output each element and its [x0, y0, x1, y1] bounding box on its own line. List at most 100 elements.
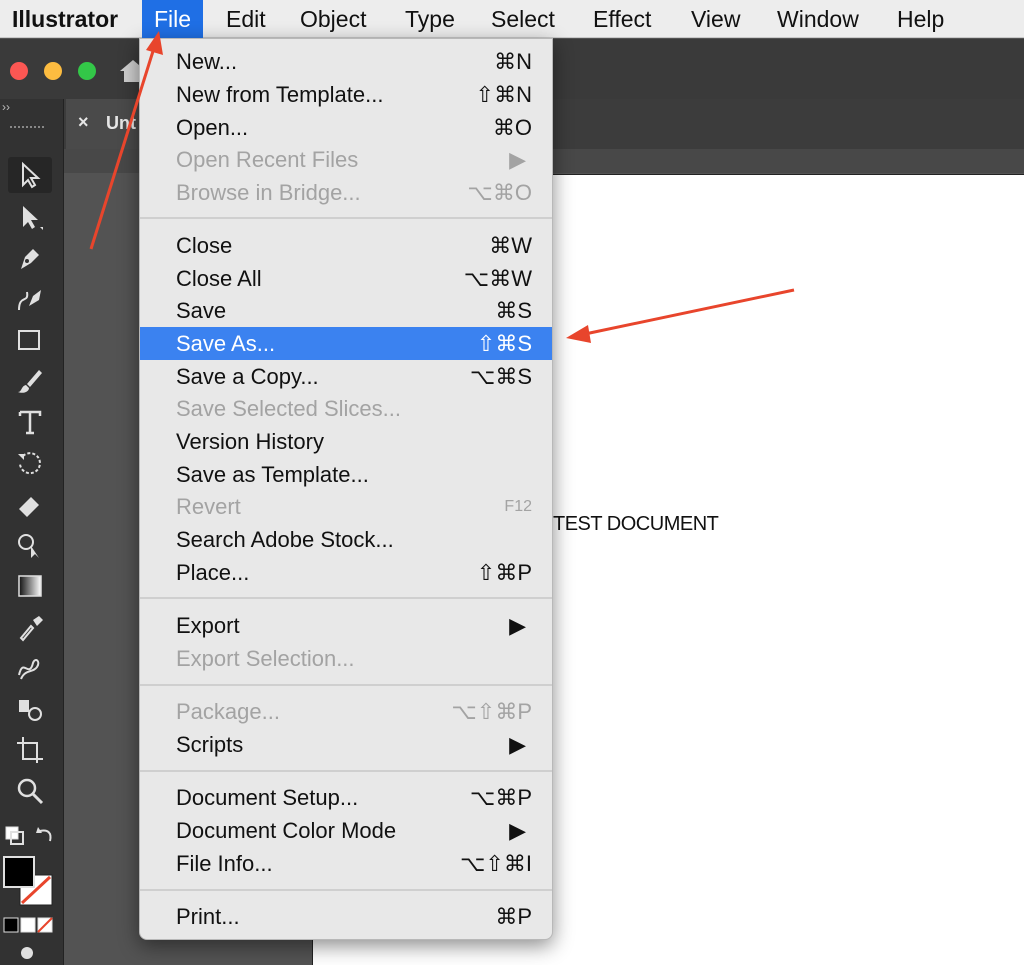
submenu-arrow-icon: ▶ — [509, 818, 526, 843]
eraser-tool-icon[interactable] — [8, 486, 52, 522]
menu-object[interactable]: Object — [288, 0, 378, 38]
menu-item-shortcut: ⌘N — [494, 49, 532, 74]
menu-item-shortcut: F12 — [504, 498, 532, 515]
menu-item-print[interactable]: Print... ⌘P — [140, 900, 552, 933]
menu-item-label: New from Template... — [176, 82, 384, 107]
menu-item-scripts[interactable]: Scripts ▶ — [140, 728, 552, 761]
direct-selection-tool-icon[interactable] — [8, 199, 52, 235]
app-menu[interactable]: Illustrator — [0, 0, 130, 38]
document-tab-title[interactable]: Unt — [106, 113, 136, 134]
type-tool-icon[interactable] — [8, 404, 52, 440]
maximize-window-button[interactable] — [78, 62, 96, 80]
swap-fill-stroke-icon[interactable] — [2, 818, 58, 854]
selection-tool-icon[interactable] — [8, 157, 52, 193]
minimize-window-button[interactable] — [44, 62, 62, 80]
menu-window[interactable]: Window — [765, 0, 871, 38]
collapse-panel-icon[interactable]: ›› — [2, 100, 10, 114]
menu-item-close-all[interactable]: Close All ⌥⌘W — [140, 262, 552, 295]
menu-item-shortcut: ⌘W — [489, 233, 532, 258]
submenu-arrow-icon: ▶ — [509, 613, 526, 638]
menu-item-version-history[interactable]: Version History — [140, 425, 552, 458]
menu-bar: Illustrator File Edit Object Type Select… — [0, 0, 1024, 38]
menu-separator — [140, 217, 552, 219]
menu-item-revert: Revert F12 — [140, 490, 552, 523]
menu-item-label: Open... — [176, 115, 249, 140]
close-tab-icon[interactable]: × — [78, 112, 89, 133]
menu-item-label: Close — [176, 233, 233, 258]
file-menu-dropdown: New... ⌘N New from Template... ⇧⌘N Open...… — [139, 38, 553, 940]
menu-item-label: Export — [176, 613, 240, 638]
menu-file[interactable]: File — [142, 0, 204, 38]
menu-item-label: Open Recent Files — [176, 147, 359, 172]
blend-tool-icon[interactable] — [8, 650, 52, 686]
menu-separator — [140, 889, 552, 891]
menu-type[interactable]: Type — [393, 0, 467, 38]
color-mode-icons[interactable] — [2, 914, 58, 938]
submenu-arrow-icon: ▶ — [509, 732, 526, 757]
menu-item-shortcut: ⌥⇧⌘P — [451, 699, 532, 724]
menu-item-shortcut: ⌘P — [495, 904, 532, 929]
menu-item-new[interactable]: New... ⌘N — [140, 45, 552, 78]
artboard-tool-icon[interactable] — [8, 732, 52, 768]
symbol-sprayer-tool-icon[interactable] — [8, 691, 52, 727]
menu-item-shortcut: ⌥⌘S — [469, 364, 532, 389]
curvature-tool-icon[interactable] — [8, 281, 52, 317]
menu-item-label: Place... — [176, 560, 250, 585]
fill-stroke-swatch[interactable] — [2, 855, 58, 907]
menu-item-open[interactable]: Open... ⌘O — [140, 111, 552, 144]
gradient-tool-icon[interactable] — [8, 568, 52, 604]
zoom-tool-icon[interactable] — [8, 773, 52, 809]
menu-item-save-selected-slices: Save Selected Slices... — [140, 392, 552, 425]
menu-item-export[interactable]: Export ▶ — [140, 609, 552, 642]
menu-item-label: Save — [176, 298, 227, 323]
menu-item-search-adobe-stock[interactable]: Search Adobe Stock... — [140, 523, 552, 556]
menu-item-export-selection: Export Selection... — [140, 642, 552, 675]
menu-select[interactable]: Select — [479, 0, 567, 38]
close-window-button[interactable] — [10, 62, 28, 80]
menu-effect[interactable]: Effect — [581, 0, 663, 38]
submenu-arrow-icon: ▶ — [509, 147, 526, 172]
menu-view[interactable]: View — [679, 0, 752, 38]
menu-item-save-as[interactable]: Save As... ⇧⌘S — [140, 327, 552, 360]
menu-item-file-info[interactable]: File Info... ⌥⇧⌘I — [140, 847, 552, 880]
menu-item-label: Save a Copy... — [176, 364, 319, 389]
menu-item-document-color-mode[interactable]: Document Color Mode ▶ — [140, 814, 552, 847]
menu-help[interactable]: Help — [885, 0, 956, 38]
menu-item-label: Document Color Mode — [176, 818, 397, 843]
menu-separator — [140, 770, 552, 772]
panel-grip[interactable] — [10, 126, 44, 130]
menu-item-label: Search Adobe Stock... — [176, 527, 394, 552]
menu-item-shortcut: ⌘O — [492, 115, 532, 140]
rectangle-tool-icon[interactable] — [8, 322, 52, 358]
menu-edit[interactable]: Edit — [214, 0, 278, 38]
menu-item-save[interactable]: Save ⌘S — [140, 294, 552, 327]
shape-builder-tool-icon[interactable] — [8, 527, 52, 563]
screen-mode-icon[interactable] — [8, 940, 52, 965]
menu-item-browse-in-bridge: Browse in Bridge... ⌥⌘O — [140, 176, 552, 209]
menu-item-label: File Info... — [176, 851, 273, 876]
menu-item-document-setup[interactable]: Document Setup... ⌥⌘P — [140, 781, 552, 814]
artboard-text[interactable]: TEST DOCUMENT — [553, 513, 719, 536]
menu-separator — [140, 597, 552, 599]
pen-tool-icon[interactable] — [8, 240, 52, 276]
menu-item-shortcut: ⌘S — [495, 298, 532, 323]
menu-item-shortcut: ⇧⌘P — [476, 560, 532, 585]
menu-item-label: Scripts — [176, 732, 244, 757]
menu-item-shortcut: ⌥⇧⌘I — [460, 851, 532, 876]
eyedropper-tool-icon[interactable] — [8, 609, 52, 645]
menu-item-close[interactable]: Close ⌘W — [140, 229, 552, 262]
menu-item-save-a-copy[interactable]: Save a Copy... ⌥⌘S — [140, 360, 552, 393]
rotate-tool-icon[interactable] — [8, 445, 52, 481]
menu-item-package: Package... ⌥⇧⌘P — [140, 695, 552, 728]
menu-item-place[interactable]: Place... ⇧⌘P — [140, 556, 552, 589]
menu-item-shortcut: ⌥⌘W — [463, 266, 532, 291]
menu-item-label: Save Selected Slices... — [176, 396, 402, 421]
paintbrush-tool-icon[interactable] — [8, 363, 52, 399]
menu-item-label: Export Selection... — [176, 646, 355, 671]
menu-item-save-as-template[interactable]: Save as Template... — [140, 458, 552, 491]
menu-item-label: Version History — [176, 429, 324, 454]
menu-item-shortcut: ⌥⌘O — [467, 180, 532, 205]
menu-item-label: Print... — [176, 904, 240, 929]
menu-item-new-from-template[interactable]: New from Template... ⇧⌘N — [140, 78, 552, 111]
menu-item-shortcut: ⇧⌘N — [475, 82, 532, 107]
